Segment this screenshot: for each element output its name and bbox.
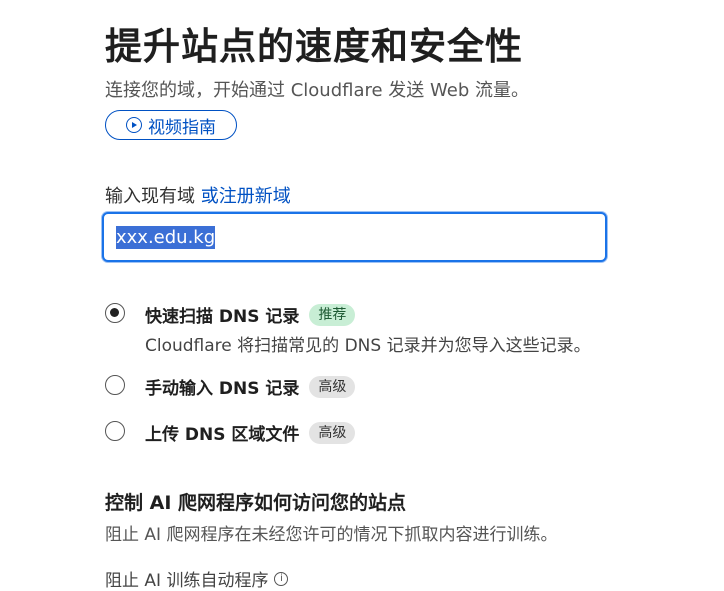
option-manual-entry[interactable]: 手动输入 DNS 记录 高级 [105, 374, 356, 399]
radio-upload-zone-file[interactable] [105, 421, 125, 441]
page-title: 提升站点的速度和安全性 [105, 25, 523, 68]
recommended-badge: 推荐 [309, 303, 356, 326]
domain-input-value: xxx.edu.kg [116, 225, 216, 249]
advanced-badge: 高级 [309, 421, 356, 444]
domain-label-text: 输入现有域 [105, 186, 195, 207]
block-ai-training-row[interactable]: 阻止 AI 训练自动程序 i [105, 566, 289, 591]
block-ai-training-label: 阻止 AI 训练自动程序 [105, 571, 269, 591]
register-domain-link[interactable]: 或注册新域 [201, 186, 291, 207]
domain-field-label: 输入现有域 或注册新域 [105, 182, 291, 208]
video-guide-label: 视频指南 [148, 117, 216, 138]
option-quick-scan-description: Cloudflare 将扫描常见的 DNS 记录并为您导入这些记录。 [145, 336, 591, 356]
option-quick-scan-title: 快速扫描 DNS 记录 [145, 307, 300, 327]
domain-input[interactable]: xxx.edu.kg [102, 212, 607, 262]
option-quick-scan[interactable]: 快速扫描 DNS 记录 推荐 Cloudflare 将扫描常见的 DNS 记录并… [105, 302, 591, 356]
ai-crawlers-description: 阻止 AI 爬网程序在未经您许可的情况下抓取内容进行训练。 [105, 525, 558, 545]
option-upload-zone-file-title: 上传 DNS 区域文件 [145, 425, 300, 445]
ai-crawlers-title: 控制 AI 爬网程序如何访问您的站点 [105, 492, 407, 514]
info-icon[interactable]: i [274, 571, 289, 586]
option-upload-zone-file[interactable]: 上传 DNS 区域文件 高级 [105, 420, 356, 445]
radio-manual-entry[interactable] [105, 375, 125, 395]
page-subtitle: 连接您的域，开始通过 Cloudflare 发送 Web 流量。 [105, 80, 529, 101]
play-circle-icon [126, 117, 142, 133]
option-manual-entry-title: 手动输入 DNS 记录 [145, 379, 300, 399]
radio-quick-scan[interactable] [105, 303, 125, 323]
video-guide-button[interactable]: 视频指南 [105, 110, 237, 140]
advanced-badge: 高级 [309, 375, 356, 398]
